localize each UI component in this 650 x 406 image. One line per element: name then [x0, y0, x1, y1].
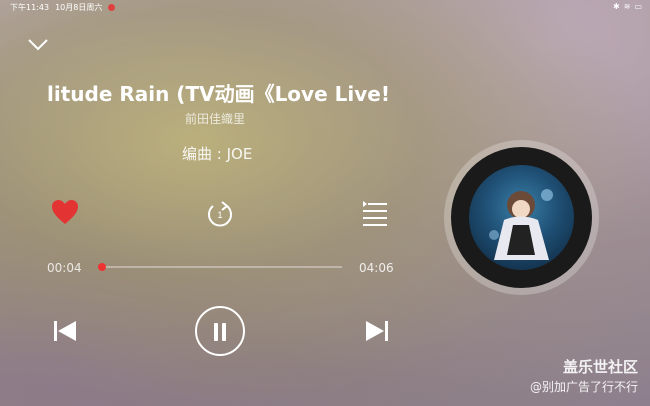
- wifi-icon: ≋: [623, 2, 631, 11]
- record-indicator-icon: [108, 4, 116, 11]
- repeat-one-icon[interactable]: 1: [205, 199, 235, 227]
- watermark-note: @别加广告了行不行: [529, 380, 638, 394]
- pause-bar-right: [222, 323, 226, 341]
- current-time: 00:04: [47, 261, 82, 275]
- album-cover-art: [469, 165, 574, 270]
- status-icons: ✱ ≋ ▭: [613, 2, 642, 11]
- collapse-chevron-icon[interactable]: [28, 38, 48, 52]
- total-time: 04:06: [359, 261, 394, 275]
- watermark-brand: 盖乐世社区: [562, 358, 638, 376]
- song-artist[interactable]: 前田佳織里: [185, 110, 245, 127]
- status-date: 10月8日周六: [55, 3, 103, 12]
- song-title: litude Rain (TV动画《Love Live! 虹咲: [47, 82, 397, 106]
- battery-icon: ▭: [634, 2, 642, 11]
- status-time: 下午11:43: [10, 3, 50, 12]
- pause-button[interactable]: [195, 306, 245, 356]
- previous-track-icon[interactable]: [53, 320, 77, 342]
- progress-slider[interactable]: [97, 263, 342, 271]
- status-bar: 下午11:43 10月8日周六: [10, 2, 116, 13]
- bluetooth-icon: ✱: [613, 2, 620, 11]
- playlist-icon[interactable]: [362, 200, 388, 226]
- svg-text:1: 1: [217, 210, 222, 220]
- next-track-icon[interactable]: [365, 320, 389, 342]
- lyric-line: 编曲 : JOE: [182, 145, 253, 163]
- song-title-container: litude Rain (TV动画《Love Live! 虹咲: [47, 78, 397, 107]
- favorite-heart-icon[interactable]: [51, 199, 79, 225]
- album-art-illustration: [489, 189, 553, 260]
- progress-knob[interactable]: [97, 263, 106, 271]
- pause-bar-left: [214, 323, 218, 341]
